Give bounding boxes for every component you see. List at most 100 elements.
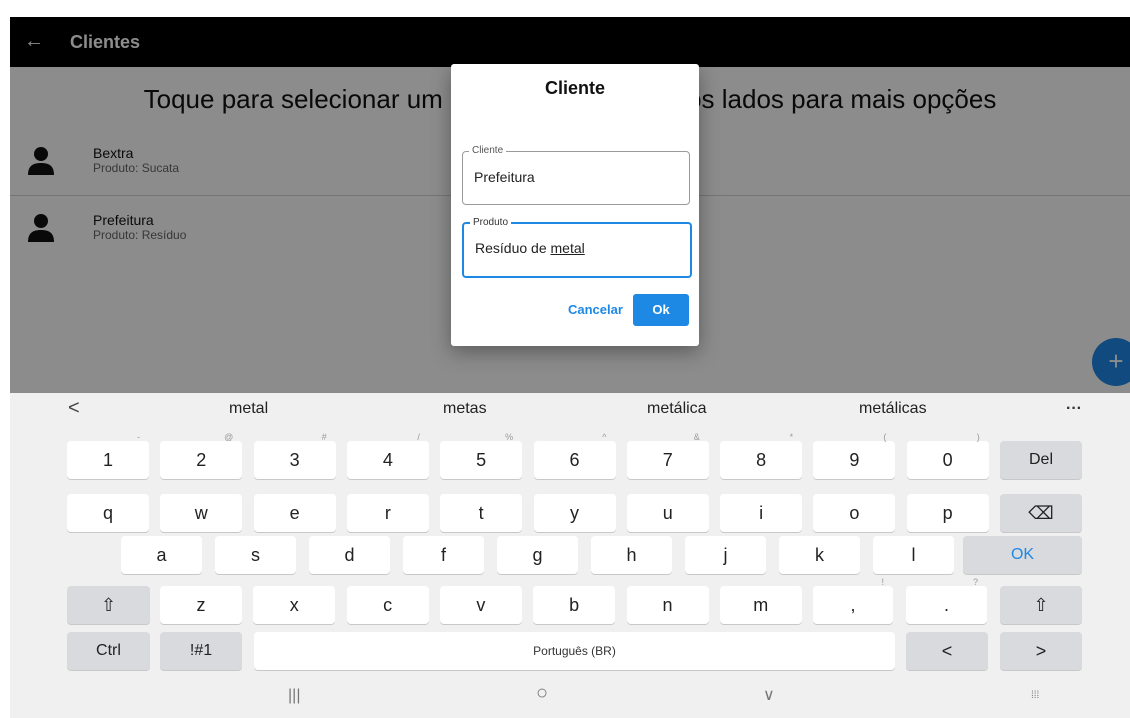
produto-value-prefix: Resíduo de — [475, 240, 551, 256]
key-6[interactable]: 6 ^ — [533, 432, 616, 479]
key-s-label: s — [251, 545, 260, 565]
key-f[interactable]: f — [403, 536, 484, 574]
key-u[interactable]: u — [626, 494, 709, 532]
key-m-label: m — [753, 595, 769, 615]
key-6-sub: ^ — [602, 432, 607, 442]
key-z[interactable]: z — [160, 586, 242, 624]
key-comma-label: , — [850, 595, 856, 615]
key-z-label: z — [196, 595, 206, 615]
key-h[interactable]: h — [591, 536, 672, 574]
key-2-sub: @ — [224, 432, 234, 442]
key-e[interactable]: e — [253, 494, 336, 532]
shift-right-icon[interactable]: ⇧ — [1000, 586, 1082, 624]
key-period[interactable]: .? — [906, 577, 987, 624]
key-4[interactable]: 4/ — [346, 432, 429, 479]
cliente-field-value: Prefeitura — [474, 169, 535, 185]
key-p[interactable]: p — [906, 494, 989, 532]
produto-field[interactable]: Produto Resíduo de metal — [462, 216, 692, 278]
recents-icon[interactable]: ||| — [288, 686, 300, 706]
key-t[interactable]: t — [440, 494, 523, 532]
cliente-field[interactable]: Cliente Prefeitura — [462, 144, 690, 205]
key-n[interactable]: n — [626, 586, 709, 624]
ctrl-key[interactable]: Ctrl — [67, 632, 150, 670]
key-j[interactable]: j — [685, 536, 766, 574]
key-7-sub: & — [693, 432, 700, 442]
key-o-label: o — [849, 503, 860, 523]
key-1-label: 1 — [102, 450, 113, 470]
suggestion-item[interactable]: metal — [229, 399, 268, 419]
key-3[interactable]: 3 # — [253, 432, 336, 479]
key-0[interactable]: 0) — [906, 432, 989, 479]
key-q-label: q — [102, 503, 113, 523]
suggestion-item[interactable]: metálica — [647, 399, 707, 419]
key-8-label: 8 — [756, 450, 767, 470]
suggestion-item[interactable]: metálicas — [859, 399, 927, 419]
key-y[interactable]: y — [533, 494, 616, 532]
key-0-sub: ) — [976, 432, 980, 442]
produto-field-value: Resíduo de metal — [475, 239, 585, 257]
key-1-sub: - — [137, 432, 140, 442]
on-screen-keyboard: < metal metas metálica metálicas ··· 1-2… — [10, 393, 1130, 718]
system-nav-bar: ||| ○ ∨ ⁞⁞⁞ — [10, 678, 1130, 718]
key-9[interactable]: 9( — [813, 432, 896, 479]
nav-back-icon[interactable]: ∨ — [763, 686, 775, 706]
key-j-label: j — [723, 545, 728, 565]
key-g-label: g — [532, 545, 543, 565]
key-w-label: w — [194, 503, 208, 523]
delete-key[interactable]: Del — [1000, 441, 1082, 479]
key-b[interactable]: b — [533, 586, 616, 624]
ok-key[interactable]: OK — [963, 536, 1082, 574]
key-1[interactable]: 1- — [67, 432, 149, 479]
key-k-label: k — [815, 545, 824, 565]
more-suggestions-icon[interactable]: ··· — [1066, 399, 1082, 419]
key-g[interactable]: g — [497, 536, 578, 574]
key-e-label: e — [289, 503, 300, 523]
key-4-sub: / — [417, 432, 420, 442]
cursor-right-icon[interactable]: > — [1000, 632, 1082, 670]
key-8-sub: * — [789, 432, 794, 442]
key-r[interactable]: r — [346, 494, 429, 532]
suggestions-back-icon[interactable]: < — [68, 397, 80, 419]
screen: ← Clientes Toque para selecionar um clie… — [10, 17, 1130, 718]
key-v[interactable]: v — [439, 586, 522, 624]
key-m[interactable]: m — [719, 586, 802, 624]
backspace-icon[interactable]: ⌫ — [1000, 494, 1082, 532]
key-f-label: f — [440, 545, 446, 565]
key-r-label: r — [384, 503, 391, 523]
key-9-label: 9 — [849, 450, 860, 470]
cliente-field-label: Cliente — [469, 144, 507, 158]
key-9-sub: ( — [883, 432, 887, 442]
cursor-left-icon[interactable]: < — [906, 632, 988, 670]
key-x-label: x — [289, 595, 299, 615]
key-q[interactable]: q — [67, 494, 149, 532]
key-x[interactable]: x — [253, 586, 336, 624]
symbols-key[interactable]: !#1 — [160, 632, 242, 670]
key-s[interactable]: s — [215, 536, 296, 574]
key-i[interactable]: i — [720, 494, 803, 532]
shift-left-icon[interactable]: ⇧ — [67, 586, 150, 624]
key-5[interactable]: 5% — [440, 432, 523, 479]
key-o[interactable]: o — [813, 494, 896, 532]
ok-button[interactable]: Ok — [633, 294, 689, 326]
client-dialog: Cliente Cliente Prefeitura Produto Resíd… — [451, 64, 699, 346]
key-w[interactable]: w — [160, 494, 243, 532]
key-7[interactable]: 7 & — [626, 432, 709, 479]
keyboard-switch-icon[interactable]: ⁞⁞⁞ — [1031, 686, 1039, 706]
key-k[interactable]: k — [779, 536, 860, 574]
suggestion-item[interactable]: metas — [443, 399, 487, 419]
home-icon[interactable]: ○ — [536, 683, 548, 703]
key-2[interactable]: 2 @ — [160, 432, 243, 479]
space-key[interactable]: Português (BR) — [254, 632, 895, 670]
key-c[interactable]: c — [346, 586, 429, 624]
key-y-label: y — [570, 503, 579, 523]
cancel-button[interactable]: Cancelar — [568, 302, 623, 318]
dialog-title: Cliente — [544, 78, 605, 98]
key-comma[interactable]: ,! — [813, 577, 893, 624]
key-l[interactable]: l — [873, 536, 954, 574]
key-d[interactable]: d — [309, 536, 390, 574]
key-0-label: 0 — [942, 450, 953, 470]
key-5-label: 5 — [476, 450, 487, 470]
key-a[interactable]: a — [121, 536, 202, 574]
key-8[interactable]: 8 * — [720, 432, 803, 479]
key-5-sub: % — [505, 432, 514, 442]
